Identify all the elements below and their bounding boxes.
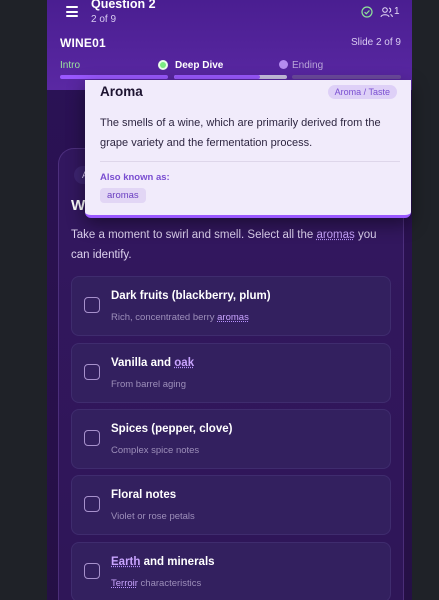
option-description: Terroir characteristics <box>111 578 201 589</box>
question-prompt: Take a moment to swirl and smell. Select… <box>71 225 396 265</box>
option-earth-minerals[interactable]: Earth and minerals Terroir characteristi… <box>71 542 391 600</box>
menu-icon[interactable] <box>66 6 78 17</box>
step-deep-dive[interactable]: Deep Dive <box>175 60 223 71</box>
option-description: Violet or rose petals <box>111 511 195 522</box>
checkbox[interactable] <box>84 364 100 380</box>
step-intro[interactable]: Intro <box>60 60 80 71</box>
divider <box>100 161 400 162</box>
glossary-term-aromas[interactable]: aromas <box>316 229 354 241</box>
glossary-term-earth[interactable]: Earth <box>111 556 140 568</box>
participants-count: 1 <box>394 6 400 17</box>
users-icon <box>380 7 393 18</box>
option-label: Vanilla and oak <box>111 357 194 369</box>
glossary-term-oak[interactable]: oak <box>174 357 194 369</box>
glossary-popover: Aroma Aroma / Taste The smells of a wine… <box>85 80 411 218</box>
option-description: Rich, concentrated berry aromas <box>111 312 249 323</box>
session-code: WINE01 <box>60 36 106 50</box>
popover-title: Aroma <box>100 84 143 99</box>
checkbox[interactable] <box>84 430 100 446</box>
option-vanilla-oak[interactable]: Vanilla and oak From barrel aging <box>71 343 391 403</box>
question-heading: W <box>71 197 86 214</box>
header: Question 2 2 of 9 1 WINE01 Slide 2 of 9 … <box>47 0 412 90</box>
upcoming-step-dot <box>279 60 288 69</box>
question-title: Question 2 <box>91 0 156 11</box>
option-spices[interactable]: Spices (pepper, clove) Complex spice not… <box>71 409 391 469</box>
glossary-term-aromas[interactable]: aromas <box>217 312 249 323</box>
also-known-as-label: Also known as: <box>100 172 170 183</box>
check-circle-icon <box>361 6 373 18</box>
popover-definition: The smells of a wine, which are primaril… <box>100 117 381 149</box>
checkbox[interactable] <box>84 297 100 313</box>
progress-ending <box>292 75 401 79</box>
progress-deep-dive-fill <box>174 75 260 79</box>
current-step-dot <box>160 62 166 68</box>
option-label: Spices (pepper, clove) <box>111 423 233 435</box>
checkbox[interactable] <box>84 563 100 579</box>
option-label: Floral notes <box>111 489 177 501</box>
desc-text: characteristics <box>137 578 202 589</box>
option-description: Complex spice notes <box>111 445 200 456</box>
prompt-text: Take a moment to swirl and smell. Select… <box>71 229 317 241</box>
question-counter: 2 of 9 <box>91 14 117 25</box>
glossary-term-terroir[interactable]: Terroir <box>111 578 138 589</box>
popover-category-tag: Aroma / Taste <box>327 85 397 99</box>
synonym-chip[interactable]: aromas <box>100 188 146 203</box>
desc-text: Rich, concentrated berry <box>111 312 218 323</box>
option-dark-fruits[interactable]: Dark fruits (blackberry, plum) Rich, con… <box>71 276 391 336</box>
option-floral[interactable]: Floral notes Violet or rose petals <box>71 475 391 535</box>
label-text: Vanilla and <box>111 357 175 369</box>
step-ending[interactable]: Ending <box>292 60 323 71</box>
progress-intro <box>60 75 168 79</box>
option-label: Earth and minerals <box>111 556 215 568</box>
option-description: From barrel aging <box>111 379 186 390</box>
checkbox[interactable] <box>84 496 100 512</box>
slide-counter: Slide 2 of 9 <box>350 37 401 48</box>
option-label: Dark fruits (blackberry, plum) <box>111 290 271 302</box>
label-text: and minerals <box>140 556 215 568</box>
